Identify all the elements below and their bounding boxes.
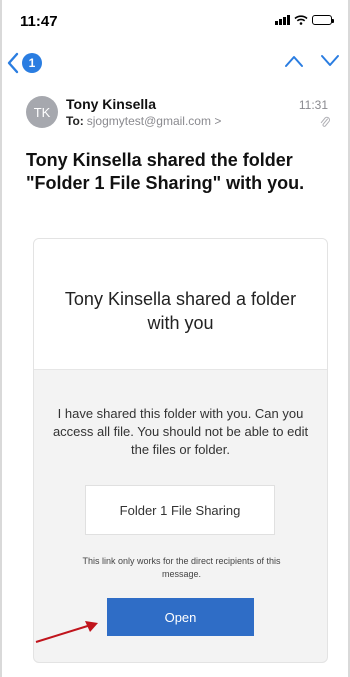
share-card-title: Tony Kinsella shared a folder with you <box>64 289 297 333</box>
message-time: 11:31 <box>298 98 328 112</box>
paperclip-icon <box>320 116 330 127</box>
back-button[interactable]: 1 <box>6 52 42 74</box>
status-icons <box>275 15 334 25</box>
signal-icon <box>275 15 290 25</box>
open-button[interactable]: Open <box>107 598 254 636</box>
status-bar: 11:47 <box>0 0 350 40</box>
avatar[interactable]: TK <box>26 96 58 128</box>
battery-icon <box>312 15 334 25</box>
wifi-icon <box>294 15 308 25</box>
message-nav-arrows <box>284 54 340 68</box>
message-subject: Tony Kinsella shared the folder "Folder … <box>26 150 305 193</box>
to-label: To: <box>66 114 84 128</box>
folder-link[interactable]: Folder 1 File Sharing <box>85 485 275 535</box>
annotation-arrow-icon <box>35 621 98 643</box>
chevron-up-icon <box>285 56 303 67</box>
share-card-header: Tony Kinsella shared a folder with you <box>34 239 327 370</box>
message-header: TK Tony Kinsella To: sjogmytest@gmail.com… <box>0 90 350 140</box>
back-chevron-icon <box>7 52 19 74</box>
unread-badge: 1 <box>22 53 42 73</box>
status-time: 11:47 <box>20 13 58 30</box>
previous-message-button[interactable] <box>284 54 304 68</box>
recipient-line[interactable]: To: sjogmytest@gmail.com > <box>66 114 221 128</box>
message-nav-bar: 1 <box>0 48 350 84</box>
recipient-note: This link only works for the direct reci… <box>82 556 281 579</box>
sender-name[interactable]: Tony Kinsella <box>66 96 156 112</box>
next-message-button[interactable] <box>320 54 340 68</box>
chevron-down-icon <box>321 55 339 66</box>
recipient-address[interactable]: sjogmytest@gmail.com > <box>87 114 222 128</box>
share-message: I have shared this folder with you. Can … <box>52 406 309 457</box>
share-card: Tony Kinsella shared a folder with you I… <box>33 238 328 663</box>
